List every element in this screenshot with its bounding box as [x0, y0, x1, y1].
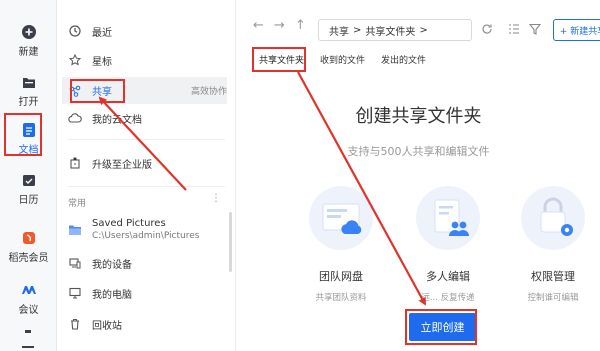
feature-team-drive: 团队网盘 共享团队资料 — [296, 186, 386, 303]
meeting-icon — [21, 282, 37, 298]
calendar-icon — [21, 172, 37, 188]
breadcrumb-item[interactable]: 共享文件夹 — [365, 23, 415, 38]
plus-circle-icon — [21, 24, 37, 40]
rail-label-meeting: 会议 — [18, 305, 39, 316]
filter-icon[interactable] — [528, 22, 542, 36]
refresh-icon[interactable] — [480, 22, 494, 36]
sidebar-item-upgrade[interactable]: 升级至企业版 — [68, 150, 225, 176]
rail-label-open: 打开 — [18, 97, 39, 108]
sidebar-item-my-devices[interactable]: 我的设备 — [68, 250, 225, 276]
rail-item-calendar[interactable]: 日历 — [0, 170, 57, 214]
sidebar-item-label: 共享 — [92, 87, 112, 98]
folder-icon — [21, 74, 37, 90]
share-tabs: 共享文件夹 收到的文件 发出的文件 — [253, 48, 436, 70]
history-nav: ← → ↑ — [253, 18, 306, 33]
rail-more-indicator — [25, 330, 31, 333]
main-panel: ← → ↑ 共享 > 共享文件夹 > + 新建共享 共享文件夹 收到的文件 发出… — [237, 0, 600, 351]
rail-label-docs: 文档 — [18, 145, 39, 156]
rail-item-meeting[interactable]: 会议 — [0, 280, 57, 324]
rail-item-docer[interactable]: 稻壳会员 — [0, 228, 57, 272]
breadcrumb-separator: > — [353, 24, 362, 36]
sidebar-item-label: 回收站 — [92, 320, 122, 332]
page-title: 创建共享文件夹 — [355, 106, 482, 127]
clock-icon — [68, 24, 82, 38]
sidebar-item-label: 我的设备 — [92, 259, 132, 271]
create-now-button[interactable]: 立即创建 — [409, 313, 476, 341]
team-drive-illustration — [309, 186, 373, 250]
sidebar-item-label: Saved Pictures — [92, 218, 166, 229]
breadcrumb-item[interactable]: 共享 — [329, 23, 349, 38]
tab-sent-files[interactable]: 发出的文件 — [375, 48, 432, 70]
computer-icon — [68, 286, 82, 300]
rail-item-docs[interactable]: 文档 — [0, 120, 57, 164]
feature-multi-edit: 多人编辑 远... 反复传递 — [403, 186, 493, 303]
sidebar-item-cloud-docs[interactable]: 我的云文档 — [68, 105, 225, 131]
sidebar-divider — [68, 186, 225, 187]
rail-grid-icon[interactable] — [22, 346, 34, 351]
sidebar-item-share[interactable]: 共享 高效协作 — [62, 77, 227, 104]
page-subtitle: 支持与500人共享和编辑文件 — [347, 145, 490, 158]
forward-arrow-icon[interactable]: → — [274, 18, 285, 33]
more-options-icon[interactable]: ⋮ — [211, 193, 221, 204]
folder-path: C:\Users\admin\Pictures — [92, 231, 200, 241]
document-icon — [21, 122, 37, 138]
trash-icon — [68, 317, 82, 331]
feature-desc: 共享团队资料 — [315, 293, 367, 303]
docer-icon — [21, 230, 37, 246]
tab-received-files[interactable]: 收到的文件 — [314, 48, 371, 70]
sidebar: 最近 星标 共享 高效协作 我的云文档 升级至企业版 常用 ⋮ Saved Pi… — [58, 0, 236, 351]
sidebar-item-label: 星标 — [92, 56, 112, 68]
rail-item-new[interactable]: 新建 — [0, 22, 57, 66]
sidebar-divider — [68, 139, 225, 140]
sidebar-item-my-computer[interactable]: 我的电脑 — [68, 280, 225, 306]
feature-permissions: 权限管理 控制谁可编辑 — [508, 186, 598, 303]
sidebar-scrollbar[interactable] — [229, 212, 232, 272]
left-rail: 新建 打开 文档 日历 稻壳会员 会议 — [0, 0, 57, 351]
sidebar-item-recent[interactable]: 最近 — [68, 18, 225, 44]
folder-icon — [68, 223, 82, 237]
sidebar-item-recycle-bin[interactable]: 回收站 — [68, 311, 225, 337]
rail-label-new: 新建 — [18, 47, 39, 58]
view-toggle-icon[interactable] — [507, 22, 521, 36]
feature-name: 团队网盘 — [319, 270, 363, 283]
breadcrumb-separator: > — [419, 24, 428, 36]
cloud-icon — [68, 111, 82, 125]
sidebar-item-label: 最近 — [92, 27, 112, 39]
rail-item-open[interactable]: 打开 — [0, 72, 57, 116]
back-arrow-icon[interactable]: ← — [253, 18, 264, 33]
enterprise-icon — [68, 156, 82, 170]
sidebar-item-label: 升级至企业版 — [92, 159, 152, 171]
star-icon — [68, 53, 82, 67]
sidebar-item-label: 我的电脑 — [92, 289, 132, 301]
device-icon — [68, 256, 82, 270]
tab-shared-folder[interactable]: 共享文件夹 — [253, 48, 310, 70]
feature-desc: 远... 反复传递 — [421, 293, 475, 303]
feature-desc: 控制谁可编辑 — [527, 293, 579, 303]
breadcrumb[interactable]: 共享 > 共享文件夹 > — [318, 19, 472, 41]
section-label: 常用 — [68, 199, 87, 209]
share-hint: 高效协作 — [190, 87, 227, 97]
sidebar-item-saved-pictures[interactable]: Saved Pictures C:\Users\admin\Pictures — [68, 214, 225, 246]
sidebar-item-starred[interactable]: 星标 — [68, 47, 225, 73]
up-arrow-icon[interactable]: ↑ — [295, 18, 306, 33]
feature-name: 多人编辑 — [426, 270, 470, 283]
rail-label-docer: 稻壳会员 — [8, 253, 49, 264]
permissions-illustration — [521, 186, 585, 250]
sidebar-item-label: 我的云文档 — [92, 114, 142, 126]
rail-label-calendar: 日历 — [18, 195, 39, 206]
feature-name: 权限管理 — [531, 270, 575, 283]
new-share-button[interactable]: + 新建共享 — [553, 19, 600, 41]
multi-edit-illustration — [416, 186, 480, 250]
share-icon — [68, 84, 82, 98]
